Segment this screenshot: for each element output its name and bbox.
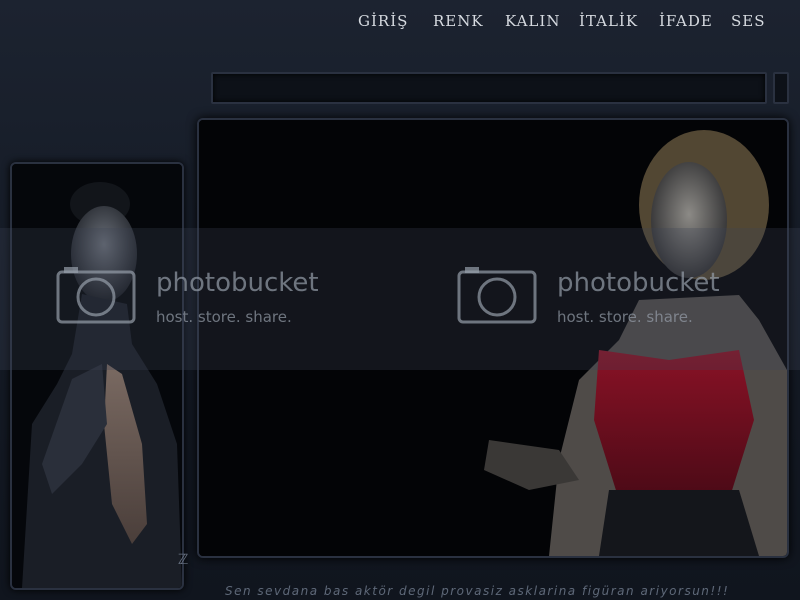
woman-portrait-image [199, 120, 787, 556]
nav-renk[interactable]: RENK [433, 12, 484, 30]
message-input[interactable] [213, 74, 765, 102]
user-list-panel[interactable] [10, 162, 184, 590]
nav-italik[interactable]: İTALİK [579, 12, 638, 30]
nav-ses[interactable]: SES [731, 12, 766, 30]
footer-quote: Sen sevdana bas aktör degil provasiz ask… [225, 584, 730, 598]
message-input-bar [211, 72, 767, 104]
signature-mark-icon: ℤ [178, 552, 189, 568]
nav-giris[interactable]: GİRİŞ [358, 12, 408, 30]
top-navigation: GİRİŞ RENK KALIN İTALİK İFADE SES [0, 0, 800, 44]
send-button[interactable] [773, 72, 789, 104]
chat-main-panel [197, 118, 789, 558]
man-portrait-image [12, 164, 182, 588]
nav-ifade[interactable]: İFADE [659, 12, 713, 30]
nav-kalin[interactable]: KALIN [505, 12, 560, 30]
